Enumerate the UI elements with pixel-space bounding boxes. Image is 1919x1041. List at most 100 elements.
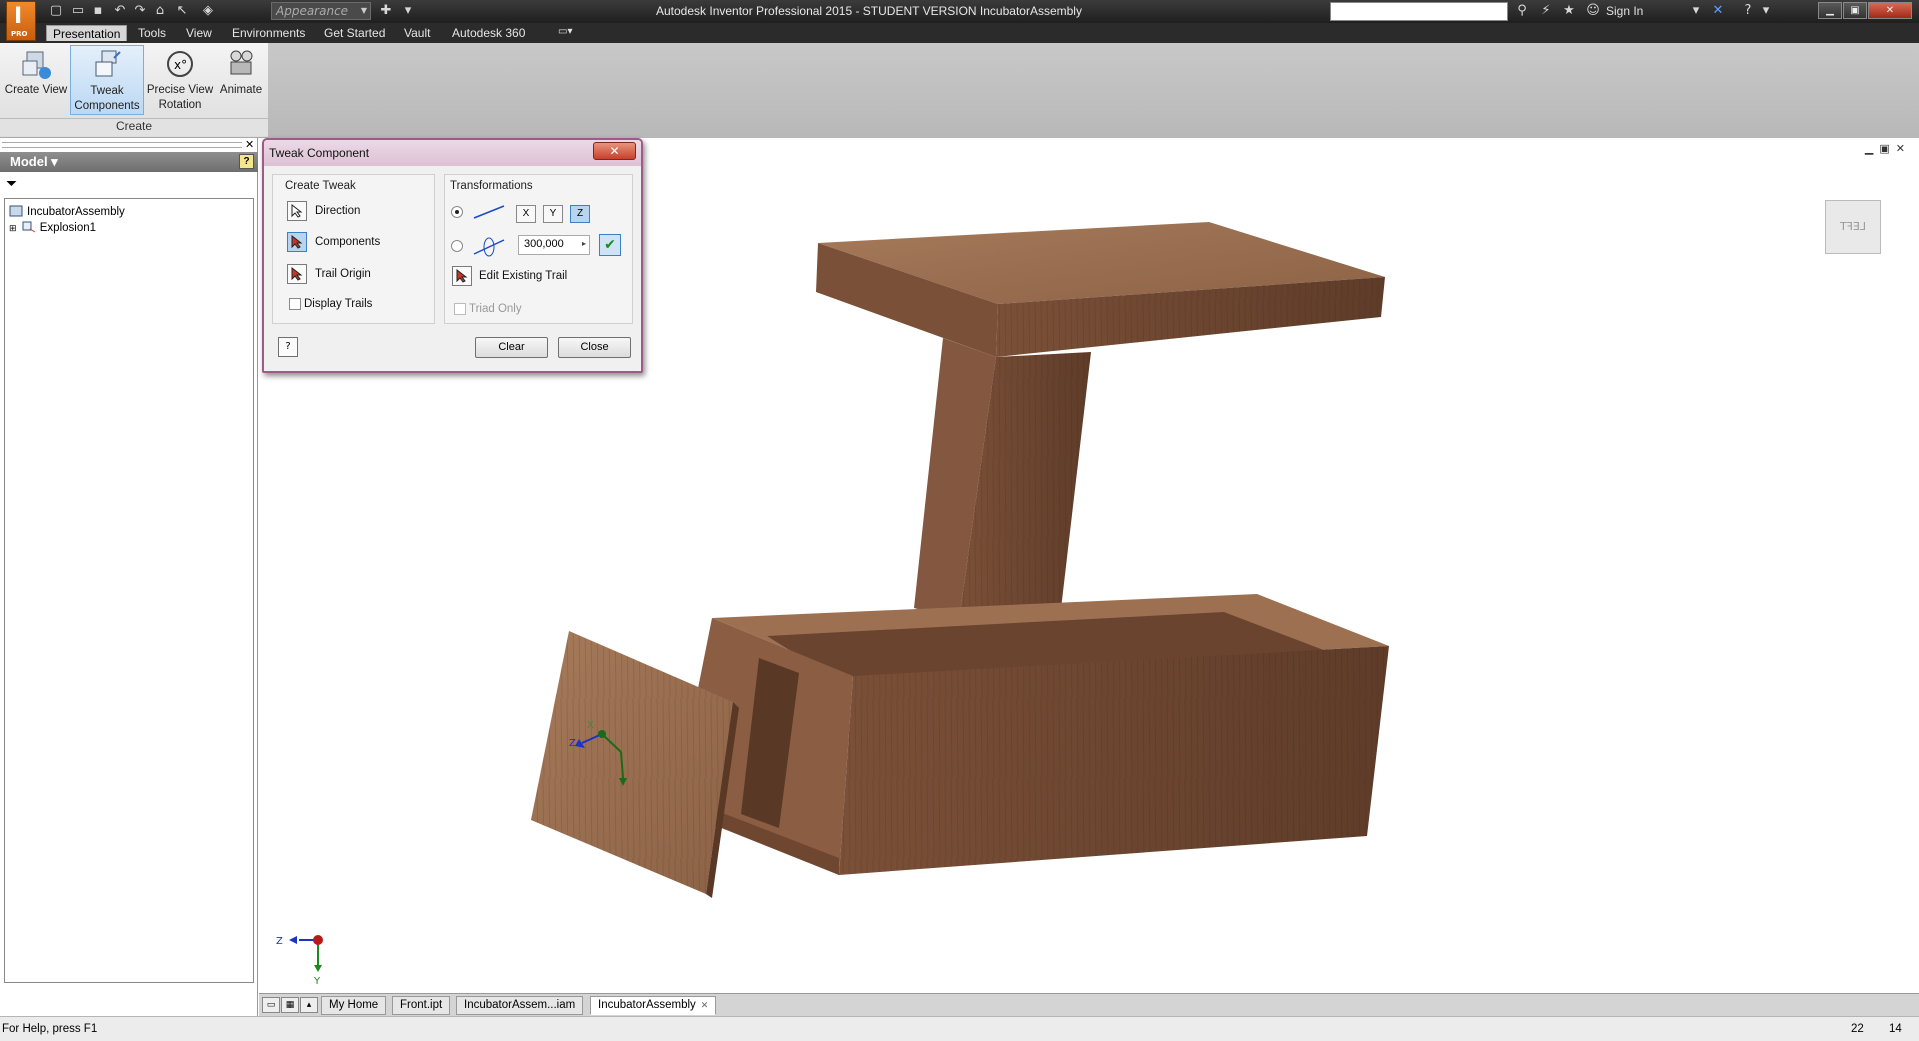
status-count-2: 14 [1889, 1023, 1902, 1035]
trail-origin-select-button[interactable] [287, 264, 307, 284]
tree-item-explosion[interactable]: ⊞ Explosion1 [9, 221, 96, 234]
open-file-icon[interactable]: ▭ [70, 3, 86, 19]
customize-icon[interactable]: ▾ [400, 3, 416, 19]
browser-help-icon[interactable]: ? [239, 154, 254, 169]
triad-y-label: Y [313, 976, 321, 987]
cursor-icon [456, 269, 468, 283]
ribbon-options-icon[interactable]: ▭▾ [552, 25, 578, 41]
precise-view-rotation-button[interactable]: x° Precise View Rotation [146, 45, 214, 115]
rotate-radio[interactable] [451, 240, 463, 252]
tab-vault[interactable]: Vault [398, 25, 436, 41]
doc-tab-front[interactable]: Front.ipt [392, 996, 451, 1015]
close-button[interactable]: ✕ [1868, 2, 1912, 19]
status-bar: For Help, press F1 22 14 [0, 1016, 1919, 1041]
tile-windows-icon[interactable]: ▭ [262, 997, 280, 1013]
browser-close-icon[interactable]: ✕ [245, 138, 254, 151]
exchange-icon[interactable]: ✕ [1710, 3, 1726, 19]
direction-label: Direction [315, 205, 361, 217]
display-trails-checkbox[interactable] [289, 298, 301, 310]
parameters-icon[interactable]: ✚ [378, 3, 394, 19]
tweak-value-input[interactable]: 300,000 [518, 235, 590, 255]
components-select-button[interactable] [287, 232, 307, 252]
favorites-icon[interactable]: ★ [1561, 3, 1577, 19]
doc-tab-incubator-assembly[interactable]: IncubatorAssembly ✕ [590, 996, 717, 1015]
app-logo-icon[interactable]: I PRO [6, 1, 36, 41]
trail-origin-label: Trail Origin [315, 268, 371, 280]
appearance-select[interactable]: Appearance ▼ [271, 2, 371, 20]
save-icon[interactable]: ▪ [90, 3, 106, 19]
create-view-icon [22, 51, 51, 79]
subscription-icon[interactable]: ⚡ [1538, 3, 1554, 19]
browser-header[interactable]: Model ▾ ? [0, 152, 258, 172]
user-icon[interactable]: ☺ [1585, 3, 1601, 19]
home-icon[interactable]: ⌂ [152, 3, 168, 19]
cursor-icon [291, 235, 303, 249]
doc-tab-my-home[interactable]: My Home [321, 996, 387, 1015]
doc-tab-incubator-iam[interactable]: IncubatorAssem...iam [456, 996, 584, 1015]
axis-z-button[interactable]: Z [570, 205, 590, 223]
dialog-close-text-button[interactable]: Close [558, 337, 631, 358]
search-input[interactable] [1330, 2, 1508, 21]
minimize-button[interactable]: ▁ [1818, 2, 1842, 19]
tab-tools[interactable]: Tools [132, 25, 172, 41]
box-body[interactable] [659, 594, 1389, 875]
transformations-title: Transformations [450, 180, 533, 192]
ribbon-panel-label: Create [0, 118, 268, 136]
sign-in-dropdown-icon[interactable]: ▾ [1688, 3, 1704, 19]
material-icon[interactable]: ◈ [200, 3, 216, 19]
gizmo-x-label: X [587, 720, 594, 731]
animate-button[interactable]: Animate [216, 45, 266, 115]
axis-y-button[interactable]: Y [543, 205, 563, 223]
triad-z-label: Z [276, 936, 283, 947]
undo-icon[interactable]: ↶ [112, 3, 128, 19]
direction-select-button[interactable] [287, 201, 307, 221]
assembly-icon [9, 205, 23, 217]
animate-icon [230, 50, 253, 75]
tab-get-started[interactable]: Get Started [318, 25, 391, 41]
maximize-button[interactable]: ▣ [1843, 2, 1867, 19]
apply-checkmark-button[interactable]: ✔ [599, 234, 621, 256]
triad-only-checkbox[interactable] [454, 303, 466, 315]
help-dropdown-icon[interactable]: ▾ [1758, 3, 1774, 19]
filter-icon[interactable]: ⏷ [6, 176, 17, 192]
select-icon[interactable]: ↖ [174, 3, 190, 19]
model-browser: ✕ Model ▾ ? ⏷ IncubatorAssembly ⊞ Explos… [0, 138, 258, 1016]
search-icon[interactable]: ⚲ [1514, 3, 1530, 19]
create-view-button[interactable]: Create View [3, 45, 69, 115]
browser-grip[interactable] [2, 142, 242, 148]
help-icon[interactable]: ? [1740, 3, 1756, 19]
vertical-post[interactable] [914, 338, 1091, 626]
window-title: Autodesk Inventor Professional 2015 - ST… [656, 4, 1082, 18]
new-file-icon[interactable]: ▢ [48, 3, 64, 19]
axis-x-button[interactable]: X [516, 205, 536, 223]
dialog-help-button[interactable]: ? [278, 337, 298, 357]
tweak-components-button[interactable]: Tweak Components [70, 45, 144, 115]
sign-in-link[interactable]: Sign In [1606, 4, 1643, 18]
clear-button[interactable]: Clear [475, 337, 548, 358]
title-bar: I PRO ▢ ▭ ▪ ↶ ↷ ⌂ ↖ ◈ Appearance ▼ ✚ ▾ A… [0, 0, 1919, 41]
model-tree: IncubatorAssembly ⊞ Explosion1 [4, 198, 254, 983]
tree-item-assembly[interactable]: IncubatorAssembly [9, 205, 125, 218]
redo-icon[interactable]: ↷ [132, 3, 148, 19]
coordinate-triad: Z Y [276, 935, 323, 987]
top-panel[interactable] [816, 222, 1385, 357]
tab-autodesk-360[interactable]: Autodesk 360 [446, 25, 531, 41]
edit-trail-select-button[interactable] [452, 266, 472, 286]
create-tweak-title: Create Tweak [285, 180, 356, 192]
tab-list-icon[interactable]: ▴ [300, 997, 318, 1013]
tab-view[interactable]: View [180, 25, 218, 41]
tweak-components-icon [95, 50, 121, 77]
expand-icon[interactable]: ⊞ [9, 223, 17, 233]
dialog-title-bar[interactable]: Tweak Component ✕ [264, 140, 641, 166]
tab-close-icon[interactable]: ✕ [701, 1000, 709, 1010]
translate-radio[interactable] [451, 206, 463, 218]
translate-icon [473, 205, 505, 219]
rotate-icon [473, 237, 505, 257]
value-dropdown-icon[interactable]: ▸ [582, 239, 586, 248]
cascade-windows-icon[interactable]: ▦ [281, 997, 299, 1013]
dialog-close-button[interactable]: ✕ [593, 142, 636, 160]
viewcube[interactable]: LEFT [1825, 200, 1881, 254]
status-count-1: 22 [1851, 1023, 1864, 1035]
tab-environments[interactable]: Environments [226, 25, 311, 41]
tab-presentation[interactable]: Presentation [46, 25, 128, 41]
